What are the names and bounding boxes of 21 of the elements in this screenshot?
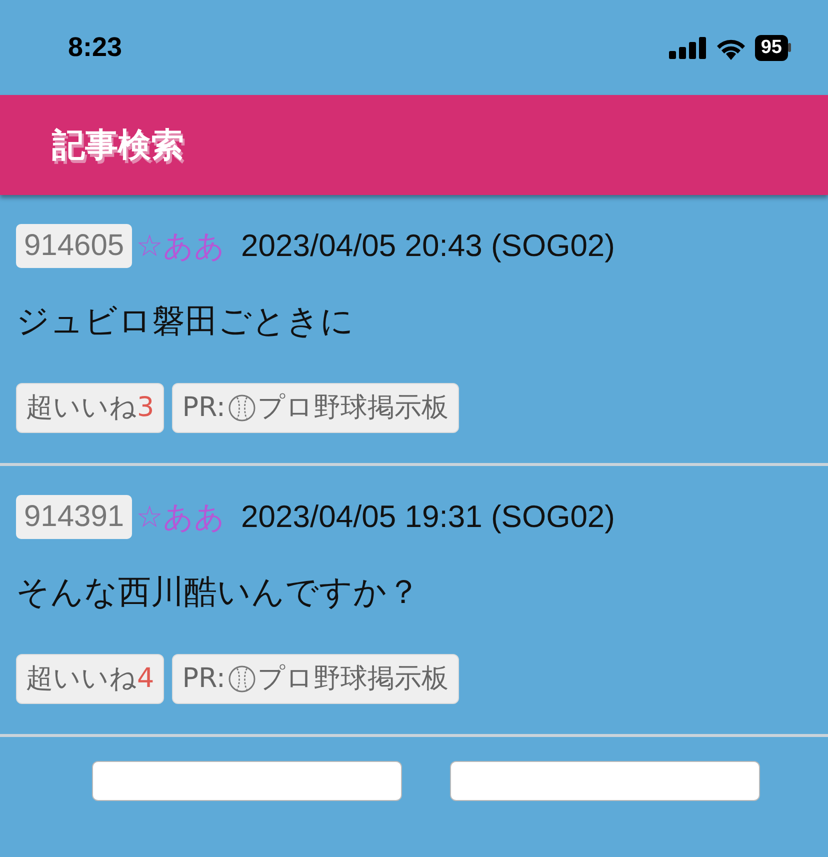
like-button[interactable]: 超いいね3 [16,383,164,433]
post-body: そんな西川酷いんですか？ [16,570,421,612]
page-title: 記事検索 [52,124,184,166]
pr-link[interactable]: PR: プロ野球掲示板 [172,383,458,433]
like-button[interactable]: 超いいね4 [16,654,164,704]
author-name: ☆ああ [136,228,226,266]
post-body: ジュビロ磐田ごときに [16,300,355,342]
button[interactable] [450,761,760,801]
battery-tip-icon [788,43,792,52]
status-time: 8:23 [68,31,122,64]
post-number[interactable]: 914391 [16,495,132,540]
button[interactable] [92,761,402,801]
baseball-icon [228,665,256,693]
post-number[interactable]: 914605 [16,224,132,268]
battery-icon: 95 [754,34,788,60]
author-name: ☆ああ [136,498,226,537]
signal-icon [668,36,707,58]
post-datetime: 2023/04/05 19:31 (SOG02) [241,498,615,536]
pr-link[interactable]: PR: プロ野球掲示板 [172,654,458,704]
post-datetime: 2023/04/05 20:43 (SOG02) [241,227,615,265]
baseball-icon [228,394,256,422]
